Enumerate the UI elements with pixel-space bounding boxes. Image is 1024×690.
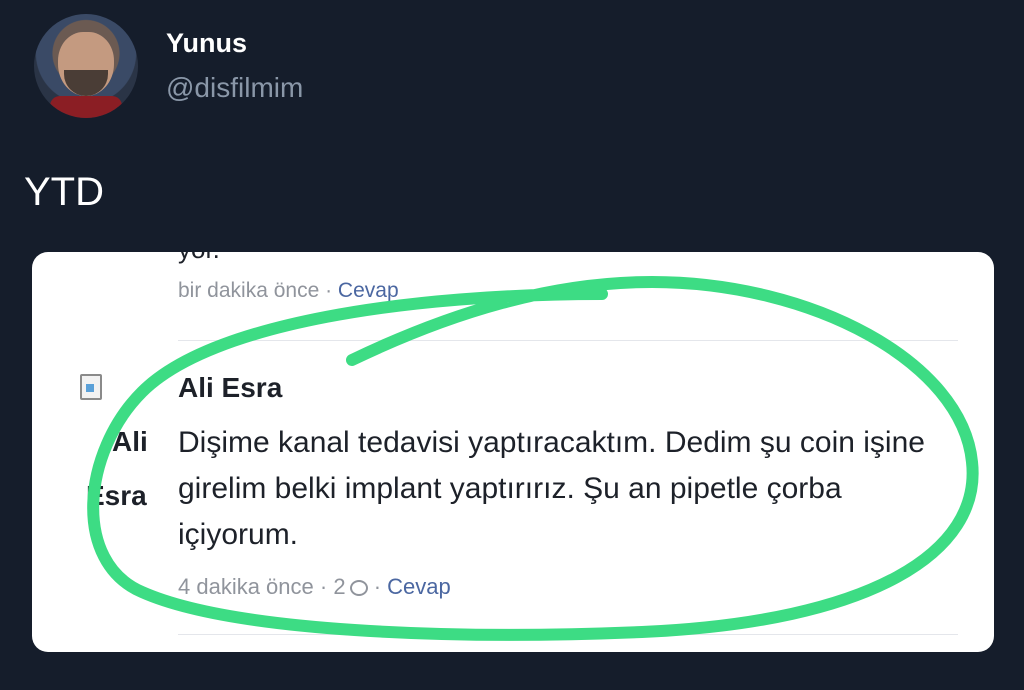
avatar-scarf	[50, 96, 122, 118]
previous-reply-link[interactable]: Cevap	[338, 279, 399, 302]
divider	[178, 340, 958, 341]
embedded-screenshot[interactable]: yor. bir dakika önce · Cevap Ali Esra Al…	[32, 252, 994, 652]
divider	[178, 634, 958, 635]
comment-time: 4 dakika önce	[178, 574, 314, 599]
avatar-beard	[64, 70, 108, 96]
avatar-alt-text-line2: Esra	[86, 480, 147, 511]
author-handle[interactable]: @disfilmim	[166, 72, 303, 104]
avatar-alt-text-line1: Ali	[112, 426, 148, 457]
reaction-count[interactable]: 2	[333, 574, 345, 599]
reply-link[interactable]: Cevap	[387, 574, 451, 599]
commenter-avatar[interactable]: Ali Esra	[76, 370, 166, 511]
meta-separator: ·	[313, 574, 334, 599]
tweet-text: YTD	[24, 170, 104, 214]
comment-meta: 4 dakika önce · 2 · Cevap	[178, 574, 451, 600]
meta-separator: ·	[319, 279, 338, 302]
meta-separator: ·	[367, 574, 388, 599]
comment-bubble-icon[interactable]	[349, 580, 368, 597]
avatar[interactable]	[34, 14, 138, 118]
comment-author[interactable]: Ali Esra	[178, 372, 282, 404]
broken-image-icon	[80, 374, 102, 400]
previous-comment-meta: bir dakika önce · Cevap	[178, 279, 399, 303]
previous-comment-time: bir dakika önce	[178, 279, 320, 302]
previous-comment-text: yor.	[178, 252, 220, 265]
comment-text: Dişime kanal tedavisi yaptıracaktım. Ded…	[178, 426, 925, 551]
author-name[interactable]: Yunus	[166, 28, 247, 59]
